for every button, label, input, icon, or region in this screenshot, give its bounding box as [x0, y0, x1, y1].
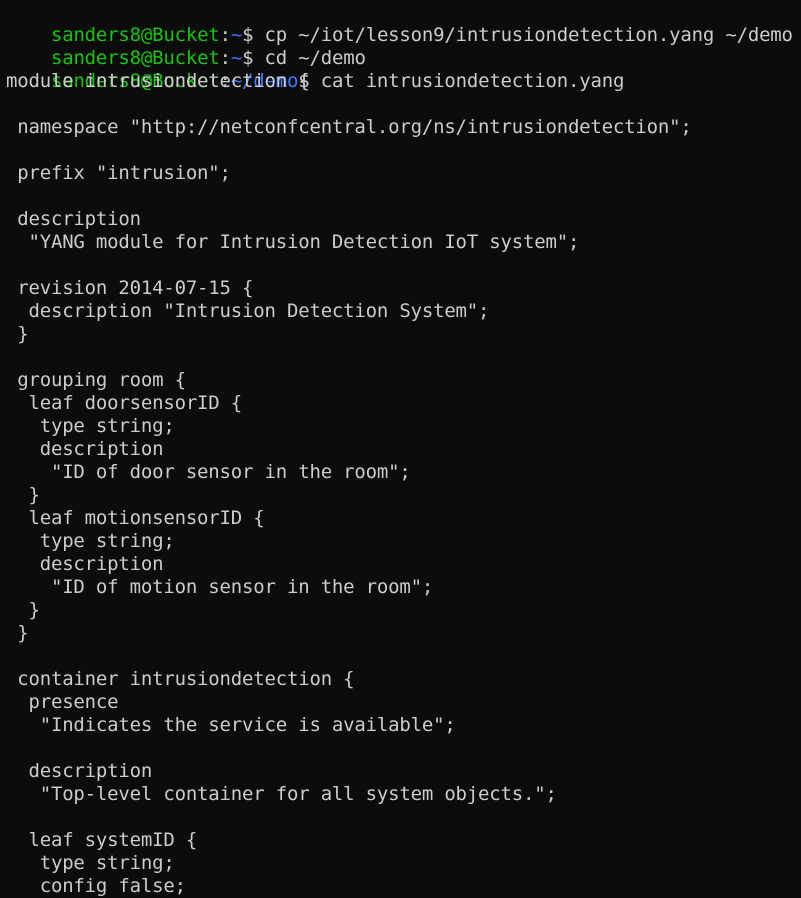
output-line: leaf systemID {	[6, 829, 198, 851]
output-line: type string;	[6, 852, 175, 874]
output-line: }	[6, 323, 29, 345]
output-line: "YANG module for Intrusion Detection IoT…	[6, 231, 580, 253]
output-line: "ID of door sensor in the room";	[6, 461, 411, 483]
prompt-dollar: $	[242, 47, 254, 69]
output-line: "ID of motion sensor in the room";	[6, 576, 434, 598]
output-line: namespace "http://netconfcentral.org/ns/…	[6, 116, 692, 138]
command-text: cp ~/iot/lesson9/intrusiondetection.yang…	[253, 24, 793, 46]
prompt-separator: :	[219, 24, 231, 46]
command-text: cd ~/demo	[253, 47, 366, 69]
output-line: presence	[6, 691, 119, 713]
output-line: prefix "intrusion";	[6, 162, 231, 184]
output-line: container intrusiondetection {	[6, 668, 355, 690]
prompt-separator: :	[219, 47, 231, 69]
output-line: type string;	[6, 530, 175, 552]
prompt-user: sanders8@Bucket	[50, 24, 220, 46]
prompt-path: ~	[230, 47, 243, 69]
output-line: "Indicates the service is available";	[6, 714, 456, 736]
output-line: }	[6, 622, 29, 644]
command-text: cat intrusiondetection.yang	[309, 70, 625, 92]
output-line: revision 2014-07-15 {	[6, 277, 254, 299]
prompt-user: sanders8@Bucket	[50, 47, 220, 69]
output-line: "Top-level container for all system obje…	[6, 783, 557, 805]
output-line: config false;	[6, 875, 186, 897]
output-line: description "Intrusion Detection System"…	[6, 300, 490, 322]
prompt-line: sanders8@Bucket:~$ cp ~/iot/lesson9/intr…	[6, 1, 801, 46]
output-line: leaf motionsensorID {	[6, 507, 265, 529]
prompt-path: ~	[230, 24, 243, 46]
output-line: }	[6, 484, 40, 506]
output-line: description	[6, 760, 153, 782]
terminal-window[interactable]: sanders8@Bucket:~$ cp ~/iot/lesson9/intr…	[0, 0, 801, 898]
output-line: description	[6, 438, 164, 460]
output-line: description	[6, 553, 164, 575]
output-line: grouping room {	[6, 369, 186, 391]
output-line: }	[6, 599, 40, 621]
prompt-dollar: $	[242, 24, 254, 46]
output-line: leaf doorsensorID {	[6, 392, 243, 414]
output-line: type string;	[6, 415, 175, 437]
output-line: description	[6, 208, 141, 230]
